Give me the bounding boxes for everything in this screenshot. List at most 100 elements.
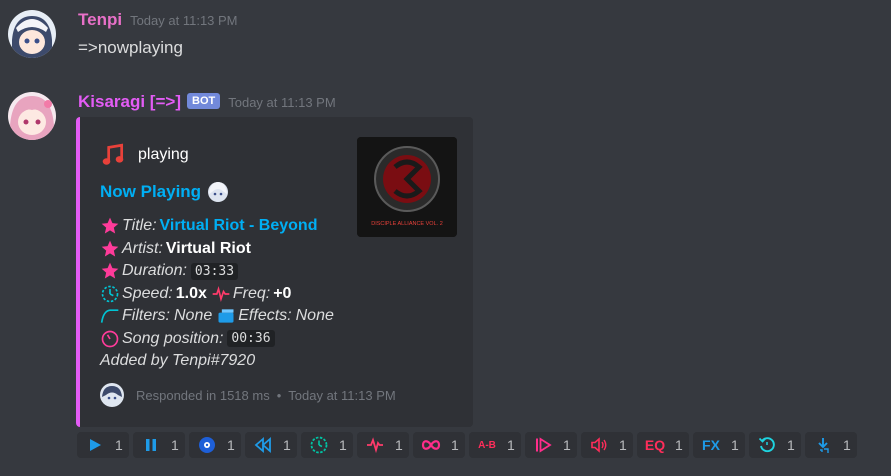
reaction-count: 1 [171,437,179,453]
reaction-pause[interactable]: 1 [133,432,185,458]
reaction-download[interactable]: 1 [805,432,857,458]
star-icon [101,217,119,234]
embed-footer: Responded in 1518 ms • Today at 11:13 PM [100,383,396,407]
star-icon [101,240,119,257]
reaction-play[interactable]: 1 [77,432,129,458]
reaction-reset[interactable]: 1 [749,432,801,458]
reaction-eq[interactable]: EQ 1 [637,432,689,458]
reaction-count: 1 [507,437,515,453]
footer-separator: • [276,387,282,403]
download-icon [818,438,829,453]
embed-title[interactable]: Now Playing [100,180,230,204]
effects-label: Effects: [238,307,292,325]
disc-icon [199,437,215,453]
artist-label: Artist: [122,239,163,257]
field-speed-freq: Speed: 1.0x Freq: +0 [100,283,334,306]
field-added-by: Added by Tenpi#7920 [100,350,334,373]
reaction-count: 1 [731,437,739,453]
reaction-count: 1 [283,437,291,453]
fx-icon: FX [702,437,720,453]
effects-value: None [295,307,334,325]
footer-timestamp: Today at 11:13 PM [288,387,396,403]
position-dial-icon [101,330,119,348]
skip-icon [536,437,552,453]
timestamp: Today at 11:13 PM [228,95,336,110]
reaction-fx[interactable]: FX 1 [693,432,745,458]
reaction-count: 1 [339,437,347,453]
filters-label: Filters: [122,307,170,325]
duration-label: Duration: [122,262,187,280]
avatar-tenpi[interactable] [8,10,56,58]
pulse-icon [212,285,230,302]
reaction-count: 1 [115,437,123,453]
speed-value: 1.0x [175,284,207,302]
speed-clock-icon [101,285,119,303]
reaction-ab[interactable]: A-B 1 [469,432,521,458]
reaction-rewind[interactable]: 1 [245,432,297,458]
timestamp: Today at 11:13 PM [130,13,238,28]
reaction-count: 1 [787,437,795,453]
position-label: Song position: [122,329,224,347]
embed-author-label: playing [138,146,189,163]
footer-avatar-icon [100,383,124,407]
album-thumbnail[interactable]: DISCIPLE ALLIANCE VOL. 2 [357,137,457,237]
reaction-loop[interactable]: 1 [413,432,465,458]
reset-icon [758,437,775,453]
field-artist: Artist: Virtual Riot [100,238,334,261]
reaction-count: 1 [563,437,571,453]
chibi-icon [208,182,229,202]
thumbnail-text: DISCIPLE ALLIANCE VOL. 2 [371,221,443,227]
embed-title-label[interactable]: Now Playing [100,182,201,202]
reaction-disc[interactable]: 1 [189,432,241,458]
filters-value: None [174,307,213,325]
field-position: Song position: 00:36 [100,328,334,351]
author-label[interactable]: Tenpi [78,10,122,29]
message-text: =>nowplaying [78,38,183,57]
position-value: 00:36 [227,330,275,348]
avatar-kisaragi[interactable] [8,92,56,140]
pause-icon [146,439,156,451]
field-duration: Duration: 03:33 [100,260,334,283]
loop-icon [421,440,441,450]
reaction-count: 1 [451,437,459,453]
reaction-count: 1 [843,437,851,453]
reaction-skip[interactable]: 1 [525,432,577,458]
embed-author: playing [100,142,189,168]
reaction-count: 1 [675,437,683,453]
reaction-bar: 1 1 1 1 1 1 1 A-B 1 1 1 EQ 1 FX 1 1 1 [77,432,861,458]
freq-label: Freq: [232,284,271,302]
rewind-icon [254,437,271,453]
footer-text: Responded in 1518 ms [136,387,270,403]
reaction-pulse[interactable]: 1 [357,432,409,458]
star-icon [101,262,119,279]
music-note-icon [102,143,124,165]
volume-icon [591,437,607,453]
embed-fields: Title: Virtual Riot - Beyond Artist: Vir… [100,215,334,373]
added-by-text: Added by Tenpi#7920 [100,352,256,370]
filter-curve-icon [100,309,119,324]
now-playing-embed: playing Now Playing DISCIPLE ALLIANCE VO… [76,117,473,427]
title-label: Title: [122,217,157,235]
clock-icon [310,436,328,454]
speed-label: Speed: [122,284,173,302]
author-label[interactable]: Kisaragi [=>] [78,92,181,111]
reaction-count: 1 [619,437,627,453]
effects-icon [218,309,234,323]
author-name[interactable]: Tenpi Today at 11:13 PM [78,10,238,30]
pulse-icon [367,437,383,453]
play-icon [90,439,101,451]
artist-value: Virtual Riot [165,239,251,257]
freq-value: +0 [273,284,292,302]
title-value[interactable]: Virtual Riot - Beyond [160,217,318,235]
duration-value: 03:33 [190,262,239,280]
field-title: Title: Virtual Riot - Beyond [100,215,334,238]
reaction-count: 1 [395,437,403,453]
reaction-speed[interactable]: 1 [301,432,353,458]
eq-icon: EQ [644,437,666,453]
reaction-volume[interactable]: 1 [581,432,633,458]
author-name[interactable]: Kisaragi [=>] BOT Today at 11:13 PM [78,92,336,112]
field-filters-effects: Filters: None Effects: None [100,305,334,328]
bot-badge: BOT [187,93,221,109]
reaction-count: 1 [227,437,235,453]
ab-icon: A-B [478,439,496,451]
